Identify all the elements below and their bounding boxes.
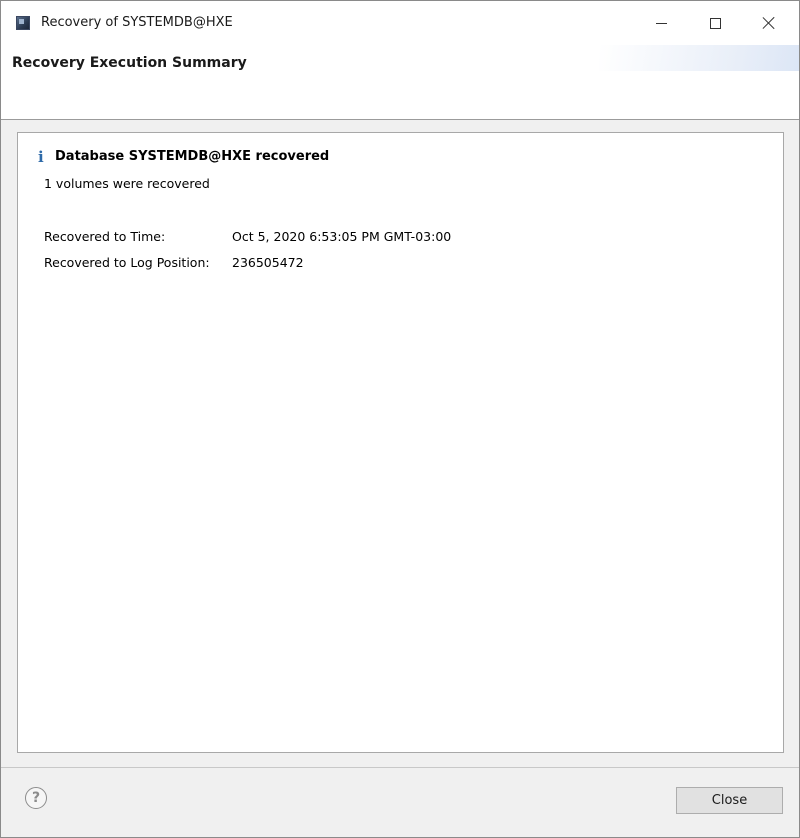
help-icon: ?: [31, 790, 41, 806]
dialog-header: Recovery Execution Summary: [1, 45, 799, 120]
recovered-to-log-position-value: 236505472: [232, 255, 304, 270]
recovered-to-time-value: Oct 5, 2020 6:53:05 PM GMT-03:00: [232, 229, 452, 244]
recovered-to-time-label: Recovered to Time:: [44, 229, 166, 244]
header-decoration: [599, 45, 799, 71]
close-button-label: Close: [711, 793, 748, 808]
title-bar[interactable]: Recovery of SYSTEMDB@HXE: [1, 1, 799, 45]
recovery-dialog-window: Recovery of SYSTEMDB@HXE Recovery Execut…: [0, 0, 800, 838]
minimize-button[interactable]: [638, 1, 684, 45]
summary-panel: i Database SYSTEMDB@HXE recovered 1 volu…: [17, 132, 784, 753]
minimize-icon: [655, 22, 667, 24]
maximize-icon: [709, 17, 721, 29]
help-button[interactable]: ?: [25, 787, 47, 809]
footer-divider: [1, 767, 799, 768]
app-icon: [16, 16, 30, 30]
page-title: Recovery Execution Summary: [12, 55, 247, 71]
recovered-to-log-position-label: Recovered to Log Position:: [44, 255, 210, 270]
summary-subtitle: 1 volumes were recovered: [44, 176, 210, 191]
maximize-button[interactable]: [692, 1, 738, 45]
summary-title: Database SYSTEMDB@HXE recovered: [55, 149, 330, 164]
window-title: Recovery of SYSTEMDB@HXE: [41, 15, 233, 30]
close-icon: [762, 16, 776, 30]
info-icon: i: [38, 148, 44, 166]
window-close-button[interactable]: [746, 1, 792, 45]
close-button[interactable]: Close: [676, 787, 783, 814]
